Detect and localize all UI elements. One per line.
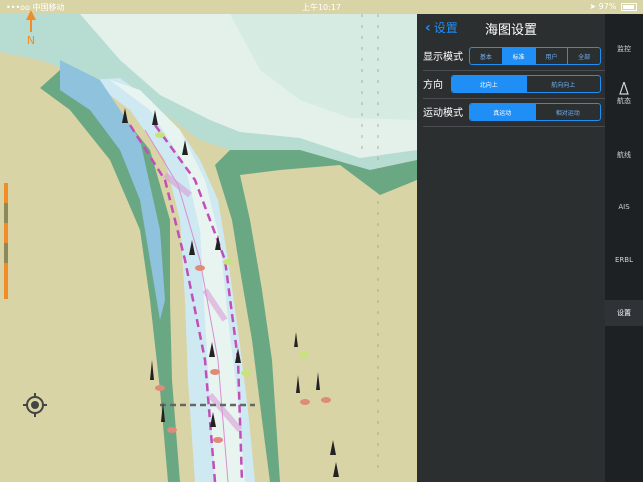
clock: 上午10:17 (301, 3, 342, 12)
settings-panel: ‹ 设置 海图设置 显示模式 基本 标准 用户 全部 方向 北向上 航向向上 运动… (417, 14, 605, 482)
location-icon: ➤ (589, 2, 597, 11)
motion-mode-segmented[interactable]: 真运动 相对运动 (469, 103, 601, 121)
motion-mode-row: 运动模式 真运动 相对运动 (417, 98, 605, 126)
display-mode-option[interactable]: 基本 (470, 48, 502, 64)
orientation-option[interactable]: 航向向上 (525, 76, 601, 92)
display-mode-option-selected[interactable]: 标准 (501, 48, 535, 64)
orientation-row: 方向 北向上 航向向上 (417, 70, 605, 98)
nav-settings[interactable]: 设置 (605, 300, 643, 326)
display-mode-label: 显示模式 (423, 52, 463, 63)
display-mode-segmented[interactable]: 基本 标准 用户 全部 (469, 47, 601, 65)
display-mode-option[interactable]: 全部 (567, 48, 600, 64)
scale-bar (4, 183, 8, 299)
north-letter: N (27, 34, 35, 46)
divider (423, 126, 605, 127)
nav-route[interactable]: 航线 (605, 150, 643, 160)
display-mode-row: 显示模式 基本 标准 用户 全部 (417, 42, 605, 70)
panel-title: 海图设置 (484, 23, 537, 38)
nav-ais[interactable]: AIS (605, 203, 643, 211)
battery-status: ➤ 97% (589, 2, 637, 11)
north-arrow-icon[interactable]: N (22, 10, 40, 50)
panel-header: ‹ 设置 海图设置 (417, 14, 605, 40)
battery-icon (621, 2, 637, 11)
battery-percent: 97% (598, 2, 617, 11)
locate-icon[interactable] (22, 392, 48, 418)
nav-voyage[interactable]: 航态 (605, 96, 643, 106)
display-mode-option[interactable]: 用户 (534, 48, 568, 64)
orientation-label: 方向 (423, 80, 443, 91)
nav-erbl[interactable]: ERBL (605, 256, 643, 264)
nav-monitor[interactable]: 监控 (605, 44, 643, 54)
orientation-segmented[interactable]: 北向上 航向向上 (451, 75, 601, 93)
motion-mode-option[interactable]: 相对运动 (534, 104, 601, 120)
motion-mode-option-selected[interactable]: 真运动 (470, 104, 535, 120)
orientation-option-selected[interactable]: 北向上 (452, 76, 526, 92)
side-nav: 监控 航态 航线 AIS ERBL 设置 (605, 14, 643, 482)
motion-mode-label: 运动模式 (423, 108, 463, 119)
status-bar: •••oo 中国移动 上午10:17 ➤ 97% (0, 0, 643, 14)
